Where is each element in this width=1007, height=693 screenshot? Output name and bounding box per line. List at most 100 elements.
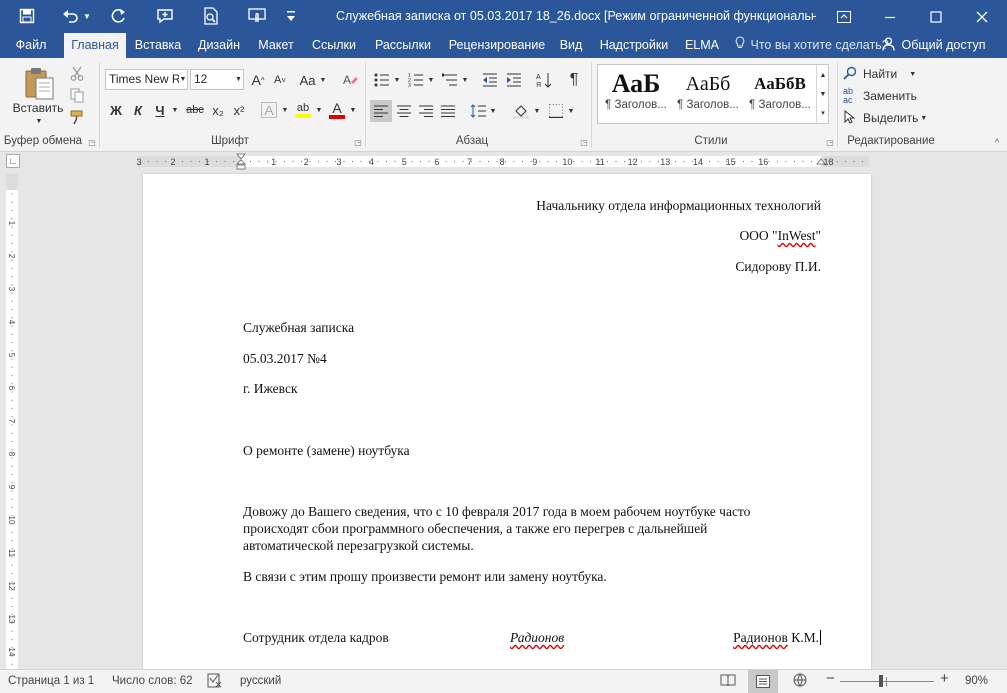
bullets-dropdown-icon[interactable]: ▼ <box>392 70 402 90</box>
comment-icon[interactable] <box>152 4 178 28</box>
tab-selector-icon[interactable]: ∟ <box>6 154 20 168</box>
borders-icon[interactable] <box>546 100 566 122</box>
line-spacing-icon[interactable] <box>468 100 488 122</box>
numbering-icon[interactable]: 123 <box>406 70 426 90</box>
document-page[interactable]: Начальнику отдела информационных техноло… <box>143 174 871 669</box>
style-heading-3[interactable]: АаБбВ ¶ Заголов... <box>744 65 816 123</box>
tab-mailings[interactable]: Рассылки <box>368 33 438 58</box>
underline-dropdown-icon[interactable]: ▼ <box>170 100 180 120</box>
styles-down-icon[interactable]: ▼ <box>817 86 829 102</box>
increase-indent-icon[interactable] <box>504 70 524 90</box>
multilevel-dropdown-icon[interactable]: ▼ <box>460 70 470 90</box>
sort-icon[interactable]: AЯ <box>534 70 554 90</box>
tab-view[interactable]: Вид <box>556 33 586 58</box>
tab-review[interactable]: Рецензирование <box>444 33 550 58</box>
text-effects-icon[interactable]: A <box>258 100 280 120</box>
tab-addins[interactable]: Надстройки <box>594 33 674 58</box>
styles-up-icon[interactable]: ▲ <box>817 67 829 83</box>
superscript-button[interactable]: x² <box>229 100 249 120</box>
underline-button[interactable]: Ч <box>150 100 170 120</box>
line-spacing-dropdown-icon[interactable]: ▼ <box>488 100 498 122</box>
language-indicator[interactable]: русский <box>240 675 281 687</box>
tab-insert[interactable]: Вставка <box>128 33 188 58</box>
horizontal-ruler[interactable]: 3 2 1 1 2 3 4 5 6 7 8 9 10 11 12 13 14 15 16 18 ∟ <box>0 152 1007 170</box>
subscript-button[interactable]: x₂ <box>208 100 228 120</box>
clipboard-launcher-icon[interactable]: ◳ <box>87 137 97 147</box>
font-name-box[interactable]: Times New R <box>105 69 188 90</box>
select-button[interactable]: Выделить ▼ <box>843 108 933 128</box>
undo-dropdown-icon[interactable]: ▼ <box>80 4 94 28</box>
proofing-icon[interactable] <box>207 673 223 691</box>
borders-dropdown-icon[interactable]: ▼ <box>566 100 576 122</box>
tab-design[interactable]: Дизайн <box>192 33 246 58</box>
close-icon[interactable] <box>959 0 1005 33</box>
read-mode-icon[interactable] <box>720 673 736 690</box>
share-button[interactable]: Общий доступ <box>882 33 996 58</box>
tell-me-search[interactable]: Что вы хотите сделать? <box>733 33 889 58</box>
print-preview-icon[interactable] <box>198 4 224 28</box>
touch-mode-icon[interactable] <box>244 4 270 28</box>
minimize-icon[interactable] <box>867 0 913 33</box>
save-icon[interactable] <box>14 4 40 28</box>
multilevel-list-icon[interactable] <box>440 70 460 90</box>
align-center-icon[interactable] <box>394 100 414 122</box>
ruler-tick <box>156 160 158 163</box>
justify-icon[interactable] <box>438 100 458 122</box>
word-count[interactable]: Число слов: 62 <box>112 675 193 687</box>
paste-button[interactable]: Вставить <box>6 100 70 116</box>
clear-formatting-icon[interactable]: A <box>340 70 362 90</box>
font-color-icon[interactable]: A <box>326 100 348 120</box>
maximize-icon[interactable] <box>913 0 959 33</box>
zoom-level[interactable]: 90% <box>965 675 988 687</box>
tab-elma[interactable]: ELMA <box>680 33 724 58</box>
web-layout-icon[interactable] <box>792 673 808 690</box>
bullets-icon[interactable] <box>372 70 392 90</box>
shrink-font-icon[interactable]: A ˅ <box>270 70 290 90</box>
cut-icon[interactable] <box>66 63 88 83</box>
styles-more-icon[interactable]: ▾ <box>817 105 829 121</box>
align-left-icon[interactable] <box>370 100 392 122</box>
font-launcher-icon[interactable]: ◳ <box>353 137 363 147</box>
zoom-in-button[interactable]: + <box>940 671 949 687</box>
shading-icon[interactable] <box>510 100 532 122</box>
zoom-out-button[interactable]: − <box>826 671 835 687</box>
print-layout-icon[interactable] <box>748 670 778 693</box>
decrease-indent-icon[interactable] <box>480 70 500 90</box>
zoom-slider-track[interactable] <box>840 681 934 682</box>
strikethrough-button[interactable]: abc <box>184 100 206 120</box>
paragraph-launcher-icon[interactable]: ◳ <box>579 137 589 147</box>
show-formatting-button[interactable]: ¶ <box>564 70 584 90</box>
tab-references[interactable]: Ссылки <box>305 33 363 58</box>
text-effects-dropdown-icon[interactable]: ▼ <box>280 100 290 120</box>
customize-icon[interactable] <box>282 4 300 28</box>
vertical-ruler[interactable]: 1 2 3 4 5 6 7 8 9 10 11 12 13 14 <box>0 170 26 669</box>
style-heading-1[interactable]: АаБ ¶ Заголов... <box>600 65 672 123</box>
copy-icon[interactable] <box>66 85 88 105</box>
format-painter-icon[interactable] <box>66 107 88 127</box>
redo-icon[interactable] <box>106 4 132 28</box>
styles-launcher-icon[interactable]: ◳ <box>825 137 835 147</box>
collapse-ribbon-icon[interactable]: ^ <box>990 136 1004 148</box>
ribbon-display-options-icon[interactable] <box>821 0 867 33</box>
highlight-icon[interactable]: ab <box>292 100 314 120</box>
bold-button[interactable]: Ж <box>106 100 126 120</box>
replace-button[interactable]: ab ac Заменить <box>843 86 933 106</box>
font-name-dropdown-icon[interactable]: ▼ <box>179 70 187 89</box>
zoom-slider-thumb[interactable] <box>878 675 883 687</box>
tab-file[interactable]: Файл <box>8 33 54 58</box>
tab-home[interactable]: Главная <box>64 33 126 58</box>
font-size-dropdown-icon[interactable]: ▼ <box>234 70 243 89</box>
paste-dropdown-icon[interactable]: ▼ <box>30 116 48 126</box>
find-button[interactable]: Найти ▼ <box>843 64 933 84</box>
change-case-button[interactable]: Aa ▼ <box>296 70 330 90</box>
grow-font-icon[interactable]: A ^ <box>248 70 268 90</box>
tab-layout[interactable]: Макет <box>251 33 301 58</box>
highlight-dropdown-icon[interactable]: ▼ <box>314 100 324 120</box>
italic-button[interactable]: К <box>128 100 148 120</box>
numbering-dropdown-icon[interactable]: ▼ <box>426 70 436 90</box>
shading-dropdown-icon[interactable]: ▼ <box>532 100 542 122</box>
style-heading-2[interactable]: АаБб ¶ Заголов... <box>672 65 744 123</box>
align-right-icon[interactable] <box>416 100 436 122</box>
font-color-dropdown-icon[interactable]: ▼ <box>348 100 358 120</box>
page-count[interactable]: Страница 1 из 1 <box>8 675 94 687</box>
